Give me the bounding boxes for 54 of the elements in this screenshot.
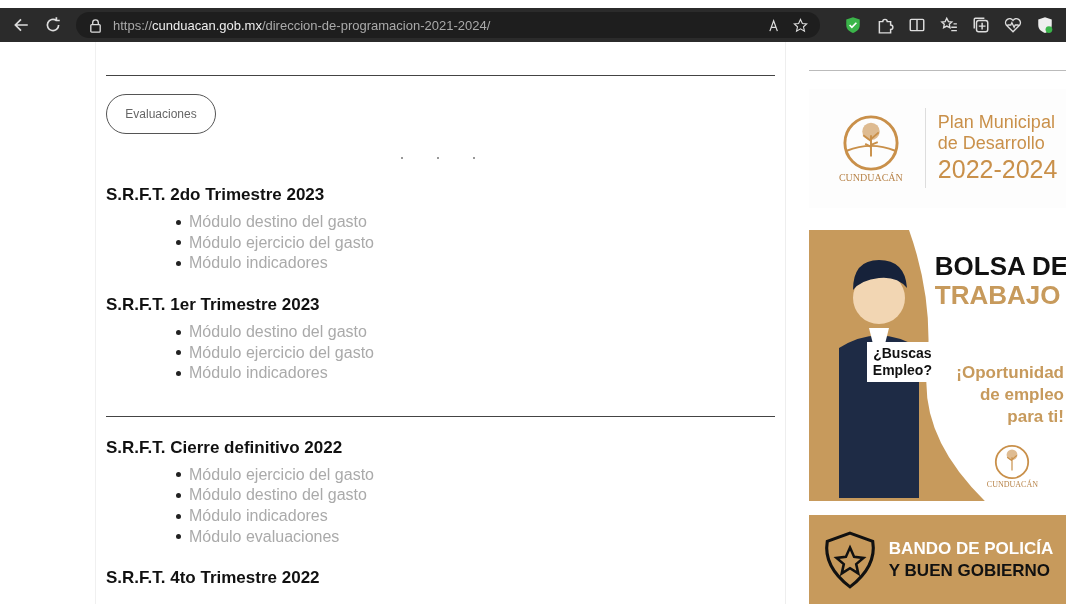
bullet-icon (176, 261, 181, 266)
document-link[interactable]: Módulo ejercicio del gasto (189, 343, 374, 362)
sign-text: Empleo? (872, 361, 932, 379)
bullet-icon (176, 513, 181, 519)
document-link[interactable]: Módulo ejercicio del gasto (189, 233, 374, 252)
bullet-icon (176, 219, 181, 225)
favorites-icon[interactable] (940, 16, 958, 34)
reload-icon[interactable] (44, 16, 62, 34)
document-link[interactable]: Módulo destino del gasto (189, 486, 367, 505)
bullet-icon (176, 492, 181, 498)
evaluaciones-button[interactable]: Evaluaciones (106, 94, 216, 134)
police-banner[interactable]: BANDO DE POLICÍA Y BUEN GOBIERNO (808, 515, 1066, 604)
section-heading: S.R.F.T. Cierre definitivo 2022 (106, 436, 344, 459)
bullet-icon (176, 329, 181, 335)
document-link[interactable]: Módulo ejercicio del gasto (189, 465, 374, 484)
shield-icon[interactable] (844, 16, 862, 34)
banner-text: Plan Municipal (937, 112, 1056, 134)
bullet-icon (176, 534, 181, 540)
banner-text: 2022-2024 (937, 154, 1058, 185)
tree-emblem-icon (994, 443, 1031, 480)
star-icon[interactable] (793, 17, 808, 33)
address-bar[interactable]: https://cunduacan.gob.mx/direccion-de-programacion-2021-2024/ (76, 12, 820, 38)
tree-emblem-icon (841, 113, 900, 172)
document-link[interactable]: Módulo indicadores (189, 364, 328, 383)
back-icon[interactable] (12, 16, 30, 34)
bullet-icon (176, 370, 181, 376)
bullet-icon (176, 350, 181, 356)
profile-shield-icon[interactable] (1036, 16, 1054, 34)
document-link[interactable]: Módulo destino del gasto (189, 323, 367, 342)
split-screen-icon[interactable] (908, 16, 926, 34)
banner-headline: TRABAJO (934, 280, 1062, 310)
lock-icon (88, 17, 103, 33)
document-link[interactable]: Módulo indicadores (189, 507, 328, 526)
banner-text: ¡Oportunidad (956, 361, 1064, 384)
logo-text: CUNDUACÁN (986, 479, 1038, 489)
banner-text: Y BUEN GOBIERNO (888, 559, 1052, 582)
logo-text: CUNDUACÁN (838, 171, 903, 183)
section-heading: S.R.F.T. 4to Trimestre 2022 (106, 566, 321, 589)
bullet-icon (176, 472, 181, 478)
banner-text: de empleo (979, 383, 1064, 406)
sign-text: ¿Buscas (873, 344, 932, 362)
collections-icon[interactable] (972, 16, 990, 34)
section-heading: S.R.F.T. 2do Trimestre 2023 (106, 184, 326, 206)
banner-text: para ti! (1007, 405, 1064, 428)
url-text: https://cunduacan.gob.mx/direccion-de-programacion-2021-2024/ (113, 17, 491, 33)
document-link[interactable]: Módulo indicadores (189, 254, 328, 273)
document-link[interactable]: Módulo evaluaciones (189, 527, 340, 546)
heart-pulse-icon[interactable] (1004, 16, 1022, 34)
document-link[interactable]: Módulo destino del gasto (189, 213, 367, 232)
puzzle-icon[interactable] (876, 16, 894, 34)
banner-text: BANDO DE POLICÍA (888, 537, 1054, 560)
section-heading: S.R.F.T. 1er Trimestre 2023 (106, 293, 321, 316)
banner-text: de Desarrollo (937, 133, 1046, 155)
bullet-icon (176, 240, 181, 246)
